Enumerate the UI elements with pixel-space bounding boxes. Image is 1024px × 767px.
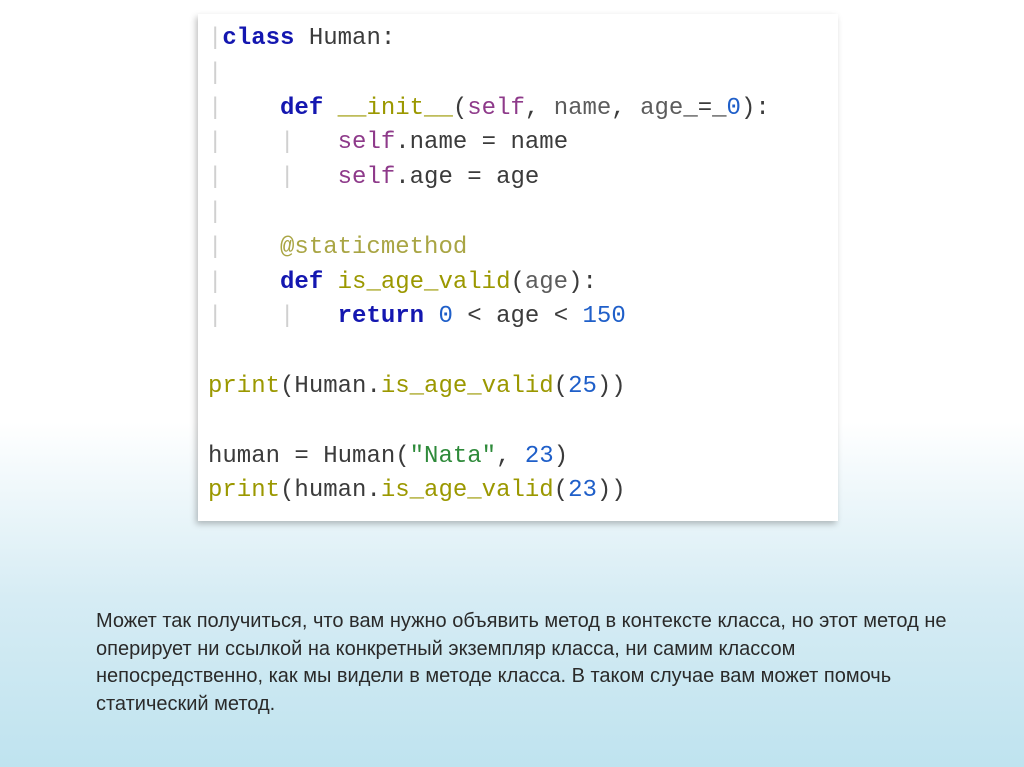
- code-listing: |class Human: | | def __init__(self, nam…: [208, 22, 828, 509]
- var-human: human: [208, 443, 280, 470]
- self-token: self: [467, 95, 525, 122]
- class-name: Human: [309, 25, 381, 52]
- str-nata: "Nata": [410, 443, 496, 470]
- caption-text: Может так получиться, что вам нужно объя…: [96, 608, 964, 718]
- kw-return: return: [338, 303, 424, 330]
- slide: |class Human: | | def __init__(self, nam…: [0, 0, 1024, 767]
- kw-def-init: def: [280, 95, 323, 122]
- code-block: |class Human: | | def __init__(self, nam…: [198, 14, 838, 521]
- print-1: print: [208, 373, 280, 400]
- fn-is-age-valid: is_age_valid: [338, 269, 511, 296]
- param-name: name: [554, 95, 612, 122]
- kw-def-isagevalid: def: [280, 269, 323, 296]
- fn-init: __init__: [338, 95, 453, 122]
- param-age: age: [640, 95, 683, 122]
- print-2: print: [208, 477, 280, 504]
- num-zero: 0: [727, 95, 741, 122]
- decorator-staticmethod: @staticmethod: [280, 234, 467, 261]
- kw-class: class: [222, 25, 294, 52]
